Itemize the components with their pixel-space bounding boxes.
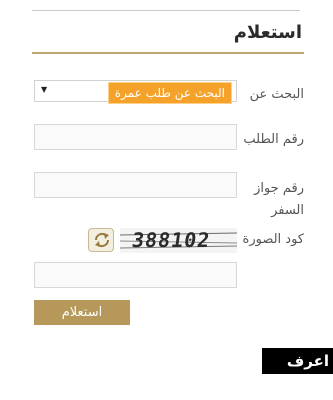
captcha-image: 388102: [120, 228, 237, 253]
top-divider: [32, 10, 300, 11]
captcha-code: 388102: [130, 228, 213, 252]
captcha-input[interactable]: [34, 262, 237, 288]
watermark-logo: اعرف كورة: [262, 348, 333, 396]
page-title: استعلام: [233, 22, 302, 43]
triangle-down-icon: ▼: [41, 85, 48, 94]
submit-button[interactable]: استعلام: [34, 300, 130, 325]
search-by-select[interactable]: ▼ البحث عن طلب عمرة: [34, 80, 237, 104]
title-underline: [32, 52, 304, 54]
captcha-label: كود الصورة: [242, 232, 304, 247]
refresh-captcha-button[interactable]: [88, 228, 114, 252]
passport-number-input[interactable]: [34, 172, 237, 198]
search-by-selected-option[interactable]: البحث عن طلب عمرة: [107, 82, 232, 104]
passport-number-label: رقم جواز السفر: [254, 181, 304, 218]
request-number-label: رقم الطلب: [243, 132, 304, 147]
request-number-input[interactable]: [34, 124, 237, 150]
search-by-label: البحث عن: [249, 87, 304, 102]
refresh-icon: [94, 232, 110, 248]
